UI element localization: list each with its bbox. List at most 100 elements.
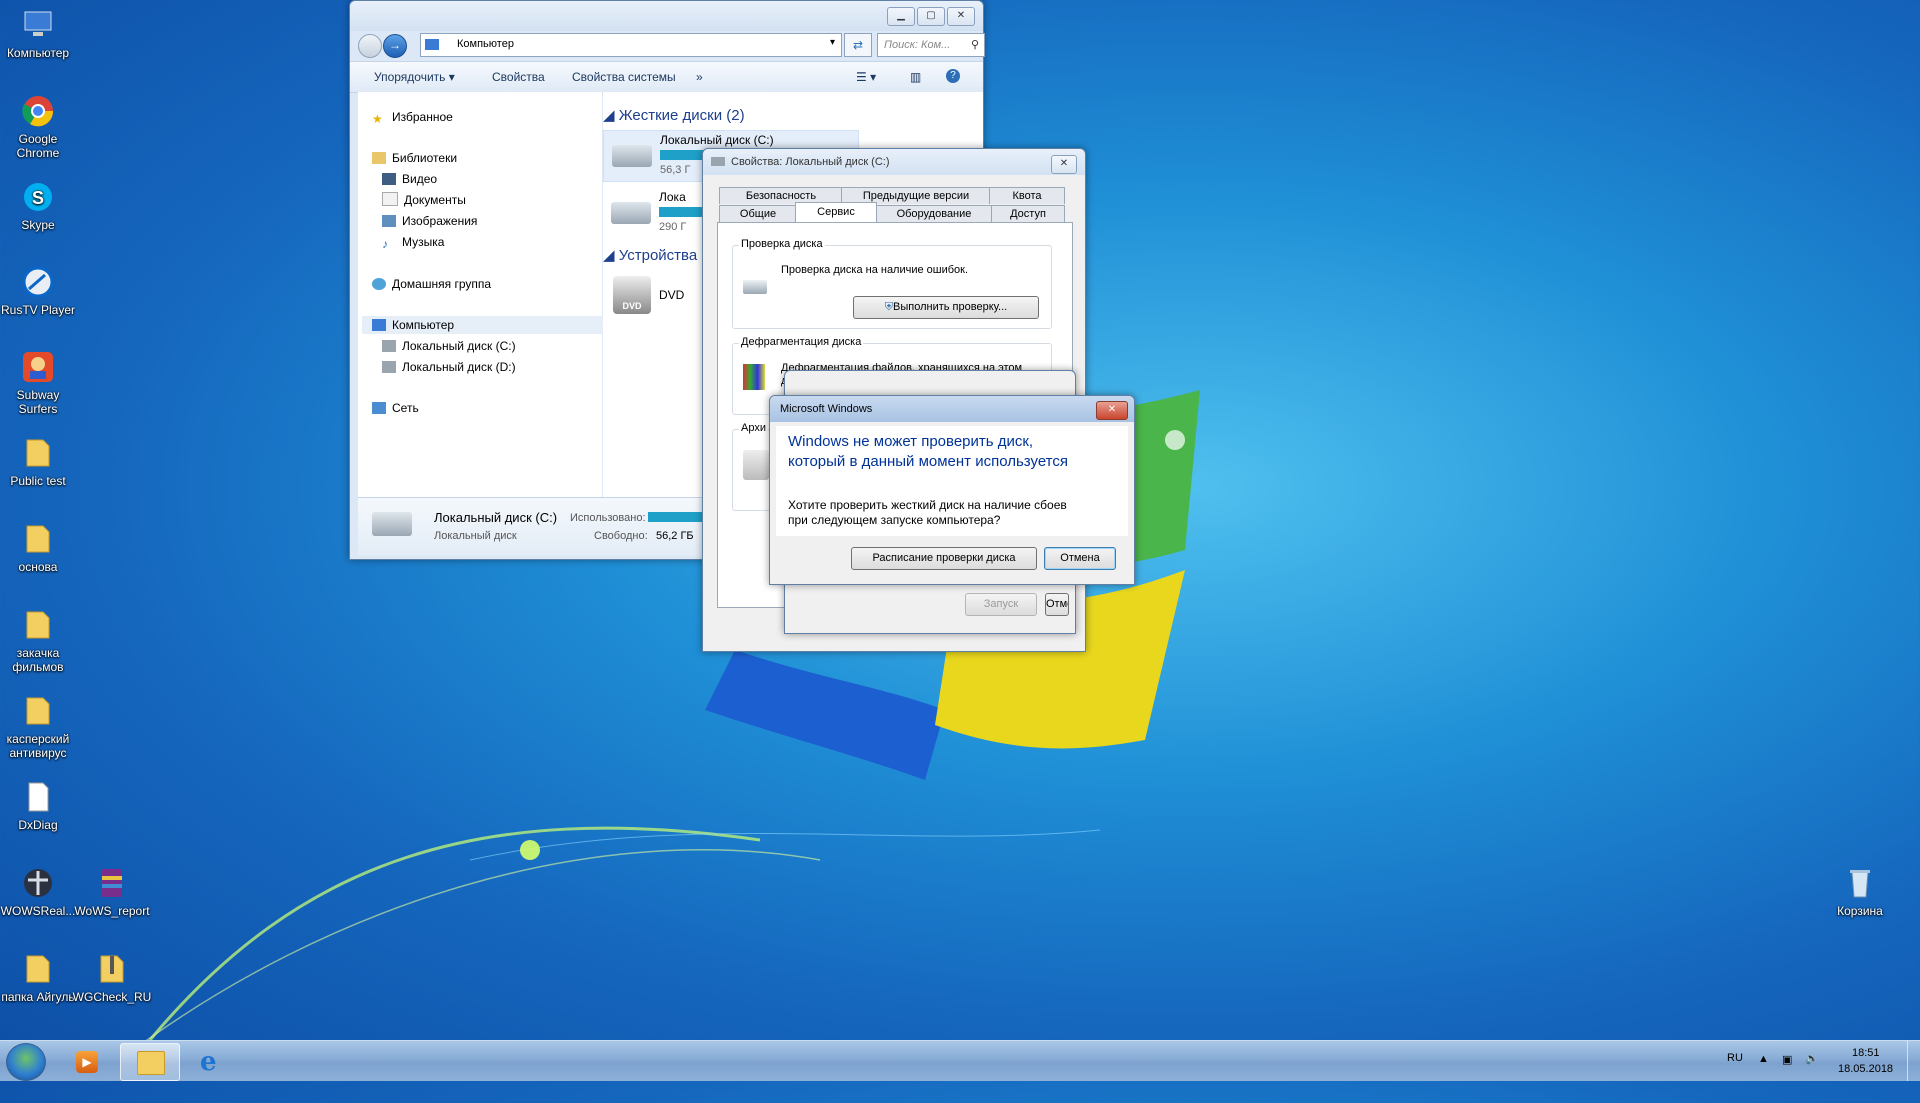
details-usage-bar bbox=[648, 512, 708, 522]
wows-icon bbox=[24, 869, 52, 897]
group-hard-disks[interactable]: ◢ Жесткие диски (2) bbox=[603, 106, 745, 124]
cancel-button[interactable]: Отмена bbox=[1045, 593, 1069, 616]
nav-favorites[interactable]: ★ Избранное bbox=[372, 108, 453, 126]
tab-service[interactable]: Сервис bbox=[795, 202, 877, 222]
nav-libraries[interactable]: Библиотеки bbox=[372, 149, 457, 167]
library-icon bbox=[372, 152, 386, 164]
nav-network[interactable]: Сеть bbox=[372, 399, 419, 417]
address-bar[interactable]: Компьютер ▾ bbox=[420, 33, 842, 57]
desktop-icon-skype[interactable]: S Skype bbox=[0, 180, 78, 232]
taskbar: ▶ e RU ▲ ▣ 🔈 18:51 18.05.2018 bbox=[0, 1040, 1920, 1081]
desktop-icon-subway-surfers[interactable]: Subway Surfers bbox=[0, 350, 78, 416]
close-button[interactable]: ✕ bbox=[1051, 155, 1077, 174]
message-box-titlebar[interactable]: Microsoft Windows ✕ bbox=[770, 396, 1134, 422]
help-icon[interactable]: ? bbox=[946, 69, 960, 83]
skype-icon: S bbox=[24, 183, 52, 211]
desktop-icon-kaspersky[interactable]: касперский антивирус bbox=[0, 694, 78, 760]
taskbar-explorer[interactable] bbox=[120, 1043, 180, 1081]
nav-computer[interactable]: Компьютер bbox=[362, 316, 608, 334]
tab-general[interactable]: Общие bbox=[719, 205, 797, 222]
desktop-icon-osnova[interactable]: основа bbox=[0, 522, 78, 574]
nav-music[interactable]: ♪ Музыка bbox=[382, 233, 444, 251]
chevron-down-icon[interactable]: ▾ bbox=[830, 37, 835, 48]
desktop-icon-movies[interactable]: закачка фильмов bbox=[0, 608, 78, 674]
breadcrumb[interactable]: Компьютер bbox=[457, 38, 514, 50]
start-button[interactable] bbox=[6, 1043, 46, 1081]
nav-images[interactable]: Изображения bbox=[382, 212, 477, 230]
desktop-icon-label: RusTV Player bbox=[0, 303, 76, 317]
folder-icon bbox=[26, 525, 50, 553]
show-desktop-button[interactable] bbox=[1907, 1041, 1920, 1081]
desktop-icon-wgcheck[interactable]: WGCheck_RU bbox=[72, 952, 152, 1004]
schedule-check-button[interactable]: Расписание проверки диска bbox=[851, 547, 1037, 570]
drive-c-name: Локальный диск (C:) bbox=[660, 133, 774, 147]
defrag-icon bbox=[743, 364, 765, 390]
desktop-icon-wows-report[interactable]: WoWS_report bbox=[72, 866, 152, 918]
nav-homegroup[interactable]: Домашняя группа bbox=[372, 275, 491, 293]
desktop-icon-chrome[interactable]: Google Chrome bbox=[0, 94, 78, 160]
desktop-icon-aigul[interactable]: папка Айгуль bbox=[0, 952, 78, 1004]
run-check-button[interactable]: ⛨Выполнить проверку... bbox=[853, 296, 1039, 319]
disk-check-group-label: Проверка диска bbox=[739, 238, 825, 250]
message-heading: Windows не может проверить диск, который… bbox=[788, 433, 1069, 470]
document-icon bbox=[28, 782, 49, 812]
desktop-icon-public-test[interactable]: Public test bbox=[0, 436, 78, 488]
desktop-icon-rustv[interactable]: RusTV Player bbox=[0, 265, 78, 317]
rustv-icon bbox=[22, 266, 54, 298]
close-button[interactable]: ✕ bbox=[1096, 401, 1128, 420]
minimize-button[interactable]: ▁ bbox=[887, 7, 915, 26]
desktop-icon-recycle-bin[interactable]: Корзина bbox=[1820, 866, 1900, 918]
video-icon bbox=[382, 173, 396, 185]
tab-quota[interactable]: Квота bbox=[989, 187, 1065, 204]
volume-icon[interactable]: 🔈 bbox=[1805, 1052, 1819, 1092]
refresh-button[interactable]: ⇄ bbox=[844, 33, 872, 57]
tab-sharing[interactable]: Доступ bbox=[991, 205, 1065, 222]
svg-text:S: S bbox=[32, 188, 44, 208]
taskbar-internet-explorer[interactable]: e bbox=[186, 1043, 240, 1079]
show-hidden-icons[interactable]: ▲ bbox=[1758, 1053, 1769, 1093]
desktop-icon-computer[interactable]: Компьютер bbox=[0, 8, 78, 60]
clock-date[interactable]: 18.05.2018 bbox=[1838, 1063, 1893, 1103]
cancel-button[interactable]: Отмена bbox=[1044, 547, 1116, 570]
language-indicator[interactable]: RU bbox=[1727, 1052, 1743, 1092]
properties-titlebar[interactable]: Свойства: Локальный диск (C:) ✕ bbox=[703, 149, 1085, 175]
desktop-icon-wowsreal[interactable]: WOWSReal... bbox=[0, 866, 78, 918]
dvd-drive-icon: DVD bbox=[613, 276, 651, 314]
desktop-icon-label: WOWSReal... bbox=[0, 904, 76, 918]
tab-hardware[interactable]: Оборудование bbox=[875, 205, 993, 222]
desktop-icon-label: Компьютер bbox=[6, 46, 70, 60]
group-devices[interactable]: ◢ Устройства bbox=[603, 246, 697, 264]
back-button[interactable] bbox=[358, 34, 382, 58]
navigation-pane: ★ Избранное Библиотеки Видео Документы Из… bbox=[358, 92, 608, 497]
computer-icon bbox=[24, 11, 52, 36]
desktop-icon-dxdiag[interactable]: DxDiag bbox=[0, 780, 78, 832]
view-options-icon[interactable]: ☰ ▾ bbox=[856, 70, 876, 84]
nav-documents[interactable]: Документы bbox=[382, 191, 466, 209]
search-input[interactable]: Поиск: Ком... ⚲ bbox=[877, 33, 985, 57]
nav-disk-d[interactable]: Локальный диск (D:) bbox=[382, 358, 516, 376]
drive-d-free: 290 Г bbox=[659, 221, 687, 233]
nav-video[interactable]: Видео bbox=[382, 170, 437, 188]
close-button[interactable]: ✕ bbox=[947, 7, 975, 26]
folder-icon bbox=[26, 439, 50, 467]
forward-button[interactable]: → bbox=[383, 34, 407, 58]
explorer-titlebar[interactable]: ▁ ▢ ✕ bbox=[350, 1, 983, 31]
start-button[interactable]: Запуск bbox=[965, 593, 1037, 616]
organize-button[interactable]: Упорядочить ▾ bbox=[374, 70, 455, 84]
network-icon[interactable]: ▣ bbox=[1782, 1053, 1792, 1093]
properties-button[interactable]: Свойства bbox=[492, 70, 545, 84]
search-icon: ⚲ bbox=[970, 39, 979, 51]
hard-drive-icon bbox=[743, 280, 767, 294]
desktop-icon-label: Google Chrome bbox=[16, 132, 60, 160]
more-button[interactable]: » bbox=[696, 70, 703, 84]
taskbar-media-player[interactable]: ▶ bbox=[60, 1043, 114, 1079]
preview-pane-icon[interactable]: ▥ bbox=[910, 70, 921, 84]
system-properties-button[interactable]: Свойства системы bbox=[572, 70, 676, 84]
disk-check-text: Проверка диска на наличие ошибок. bbox=[781, 264, 969, 276]
chrome-icon bbox=[22, 96, 54, 127]
maximize-button[interactable]: ▢ bbox=[917, 7, 945, 26]
nav-disk-c[interactable]: Локальный диск (C:) bbox=[382, 337, 516, 355]
hard-drive-icon bbox=[611, 202, 651, 224]
archive-icon bbox=[102, 869, 122, 897]
explorer-toolbar: Упорядочить ▾ Свойства Свойства системы … bbox=[350, 61, 983, 93]
